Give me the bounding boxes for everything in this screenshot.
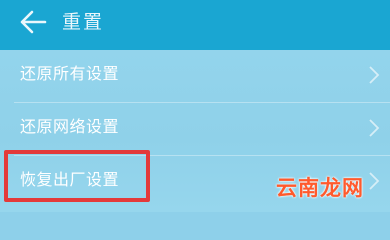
page-title: 重置 (62, 11, 105, 33)
menu-item-reset-network-settings[interactable]: 还原网络设置 (0, 103, 390, 155)
app-header: 重置 (0, 0, 390, 50)
chevron-right-icon (369, 66, 380, 84)
watermark: 云南龙网 (276, 176, 364, 200)
back-arrow-icon[interactable] (18, 9, 48, 35)
chevron-right-icon (369, 172, 380, 190)
menu-item-label: 还原网络设置 (20, 117, 120, 136)
menu-item-label: 还原所有设置 (20, 64, 120, 83)
highlight-box (4, 150, 150, 202)
menu-item-reset-all-settings[interactable]: 还原所有设置 (0, 50, 390, 102)
chevron-right-icon (369, 119, 380, 137)
